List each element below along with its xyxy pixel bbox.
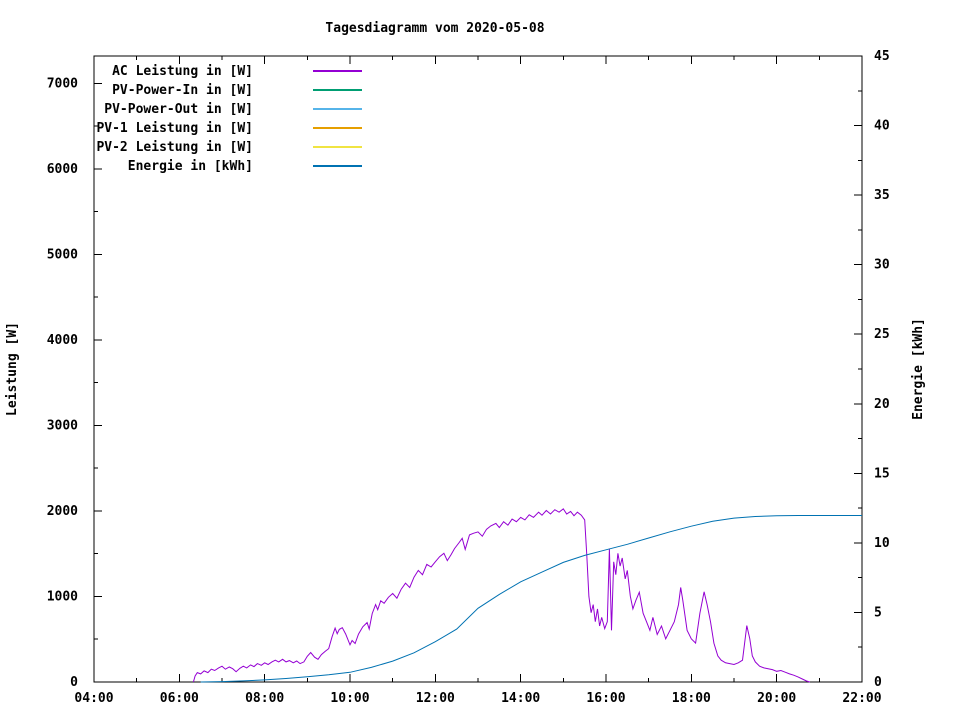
y-left-tick-label: 7000 — [47, 76, 78, 91]
gnuplot-daily-diagram: Tagesdiagramm vom 2020-05-08 Leistung [W… — [0, 0, 960, 720]
y-right-tick-label: 35 — [874, 188, 890, 203]
y-left-axis-label: Leistung [W] — [5, 322, 20, 416]
x-tick-label: 10:00 — [330, 691, 369, 706]
x-tick-label: 20:00 — [757, 691, 796, 706]
y-right-tick-label: 25 — [874, 327, 890, 342]
y-right-tick-label: 0 — [874, 675, 882, 690]
y-right-tick-label: 15 — [874, 466, 890, 481]
legend-label: Energie in [kWh] — [128, 159, 253, 174]
x-tick-label: 18:00 — [672, 691, 711, 706]
y-right-tick-label: 30 — [874, 258, 890, 273]
series-line-energie-in-kwh — [200, 515, 862, 683]
y-left-tick-label: 2000 — [47, 504, 78, 519]
x-tick-label: 04:00 — [74, 691, 113, 706]
x-tick-label: 08:00 — [245, 691, 284, 706]
x-tick-label: 16:00 — [586, 691, 625, 706]
y-right-axis-label: Energie [kWh] — [911, 318, 926, 420]
y-left-tick-label: 1000 — [47, 589, 78, 604]
legend-label: PV-2 Leistung in [W] — [96, 140, 253, 155]
y-left-tick-label: 3000 — [47, 418, 78, 433]
chart-canvas: Tagesdiagramm vom 2020-05-08 Leistung [W… — [5, 21, 926, 706]
chart-title: Tagesdiagramm vom 2020-05-08 — [325, 21, 544, 36]
legend-label: AC Leistung in [W] — [112, 64, 253, 79]
legend-label: PV-Power-In in [W] — [112, 83, 253, 98]
legend-label: PV-Power-Out in [W] — [104, 102, 253, 117]
x-tick-label: 14:00 — [501, 691, 540, 706]
y-right-tick-label: 10 — [874, 536, 890, 551]
x-tick-label: 12:00 — [416, 691, 455, 706]
legend: AC Leistung in [W] PV-Power-In in [W] PV-P… — [96, 64, 362, 174]
x-tick-label: 22:00 — [842, 691, 881, 706]
legend-label: PV-1 Leistung in [W] — [96, 121, 253, 136]
y-right-tick-label: 20 — [874, 397, 890, 412]
y-right-tick-label: 45 — [874, 49, 890, 64]
x-tick-label: 06:00 — [160, 691, 199, 706]
y-right-tick-label: 5 — [874, 605, 882, 620]
series-line-ac-leistung-in-w — [192, 508, 811, 683]
y-left-tick-label: 0 — [70, 675, 78, 690]
series-lines — [192, 508, 862, 683]
y-left-tick-label: 6000 — [47, 162, 78, 177]
y-left-tick-label: 5000 — [47, 247, 78, 262]
y-right-tick-label: 40 — [874, 119, 890, 134]
y-left-tick-label: 4000 — [47, 333, 78, 348]
